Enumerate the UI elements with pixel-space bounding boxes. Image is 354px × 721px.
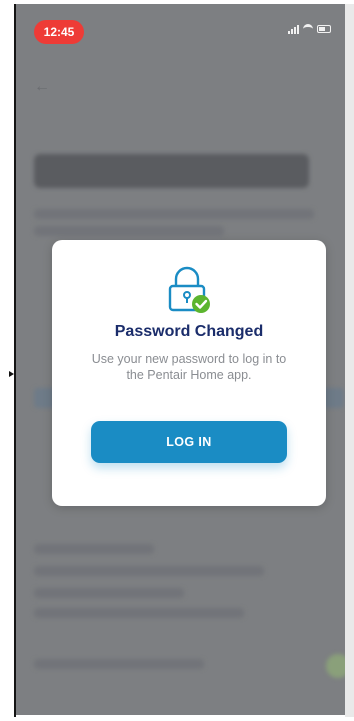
page: 12:45 ← Password Changed Use your new pa… — [0, 0, 354, 721]
dialog-title: Password Changed — [114, 323, 264, 340]
battery-icon — [317, 25, 331, 33]
background-fab-blurred — [326, 654, 345, 678]
log-in-button[interactable]: LOG IN — [91, 421, 287, 463]
lock-check-icon — [164, 264, 214, 314]
status-time-badge: 12:45 — [34, 20, 84, 44]
cursor-pointer-icon — [9, 371, 14, 377]
phone-frame-right-edge — [345, 4, 354, 717]
background-text-line — [34, 544, 154, 554]
chevron-left-icon: ← — [34, 78, 50, 95]
background-text-line — [34, 226, 224, 236]
signal-icon — [288, 24, 299, 34]
password-changed-dialog: Password Changed Use your new password t… — [52, 240, 326, 506]
background-text-line — [34, 588, 184, 598]
background-title-blurred — [34, 154, 309, 188]
dialog-message: Use your new password to log in to the P… — [91, 352, 287, 382]
background-text-line — [34, 566, 264, 576]
background-text-line — [34, 209, 314, 219]
background-text-line — [34, 608, 244, 618]
wifi-icon — [303, 24, 313, 34]
status-icons — [288, 24, 331, 34]
background-text-line — [34, 659, 204, 669]
